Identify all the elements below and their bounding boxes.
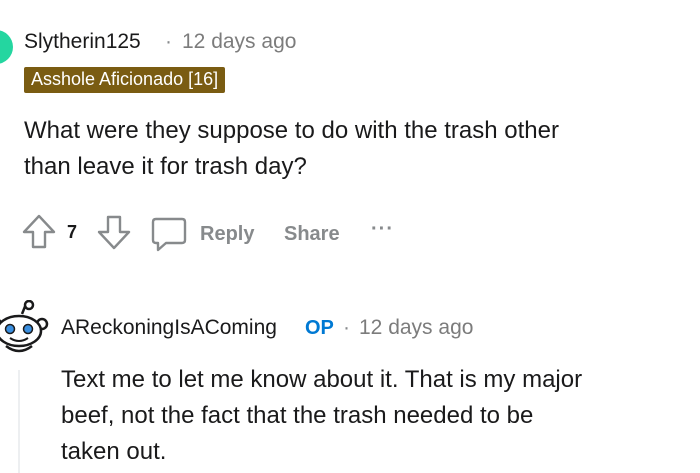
- thread-line[interactable]: [18, 370, 20, 473]
- user-avatar[interactable]: [0, 30, 13, 64]
- meta-separator: ·: [165, 30, 172, 53]
- comment-author[interactable]: Slytherin125: [24, 30, 141, 54]
- vote-count: 7: [67, 222, 78, 242]
- reply-label: Reply: [200, 222, 255, 245]
- arrow-down-outline-icon: [95, 213, 133, 251]
- comment-body-line: What were they suppose to do with the tr…: [24, 117, 559, 144]
- reply-button[interactable]: Reply: [150, 215, 254, 253]
- comment-body: What were they suppose to do with the tr…: [24, 113, 559, 185]
- comment-body-line: Text me to let me know about it. That is…: [61, 366, 583, 393]
- comment-body: Text me to let me know about it. That is…: [61, 362, 582, 470]
- upvote-button[interactable]: [20, 213, 58, 251]
- user-flair: Asshole Aficionado [16]: [24, 67, 226, 93]
- more-options-button[interactable]: ···: [371, 218, 394, 241]
- share-button[interactable]: Share: [284, 223, 340, 246]
- arrow-up-outline-icon: [20, 213, 58, 251]
- op-badge: OP: [305, 317, 334, 339]
- comment-body-line: taken out.: [61, 438, 167, 465]
- comment-body-line: than leave it for trash day?: [24, 153, 307, 180]
- comment-body-line: beef, not the fact that the trash needed…: [61, 402, 534, 429]
- comment-author[interactable]: AReckoningIsAComing: [61, 316, 277, 340]
- comment-timestamp[interactable]: 12 days ago: [359, 316, 473, 340]
- speech-bubble-icon: [150, 215, 188, 253]
- downvote-button[interactable]: [95, 213, 133, 251]
- reddit-snoo-avatar-icon[interactable]: [0, 300, 50, 356]
- meta-separator: ·: [343, 316, 350, 339]
- comment-timestamp[interactable]: 12 days ago: [182, 30, 296, 54]
